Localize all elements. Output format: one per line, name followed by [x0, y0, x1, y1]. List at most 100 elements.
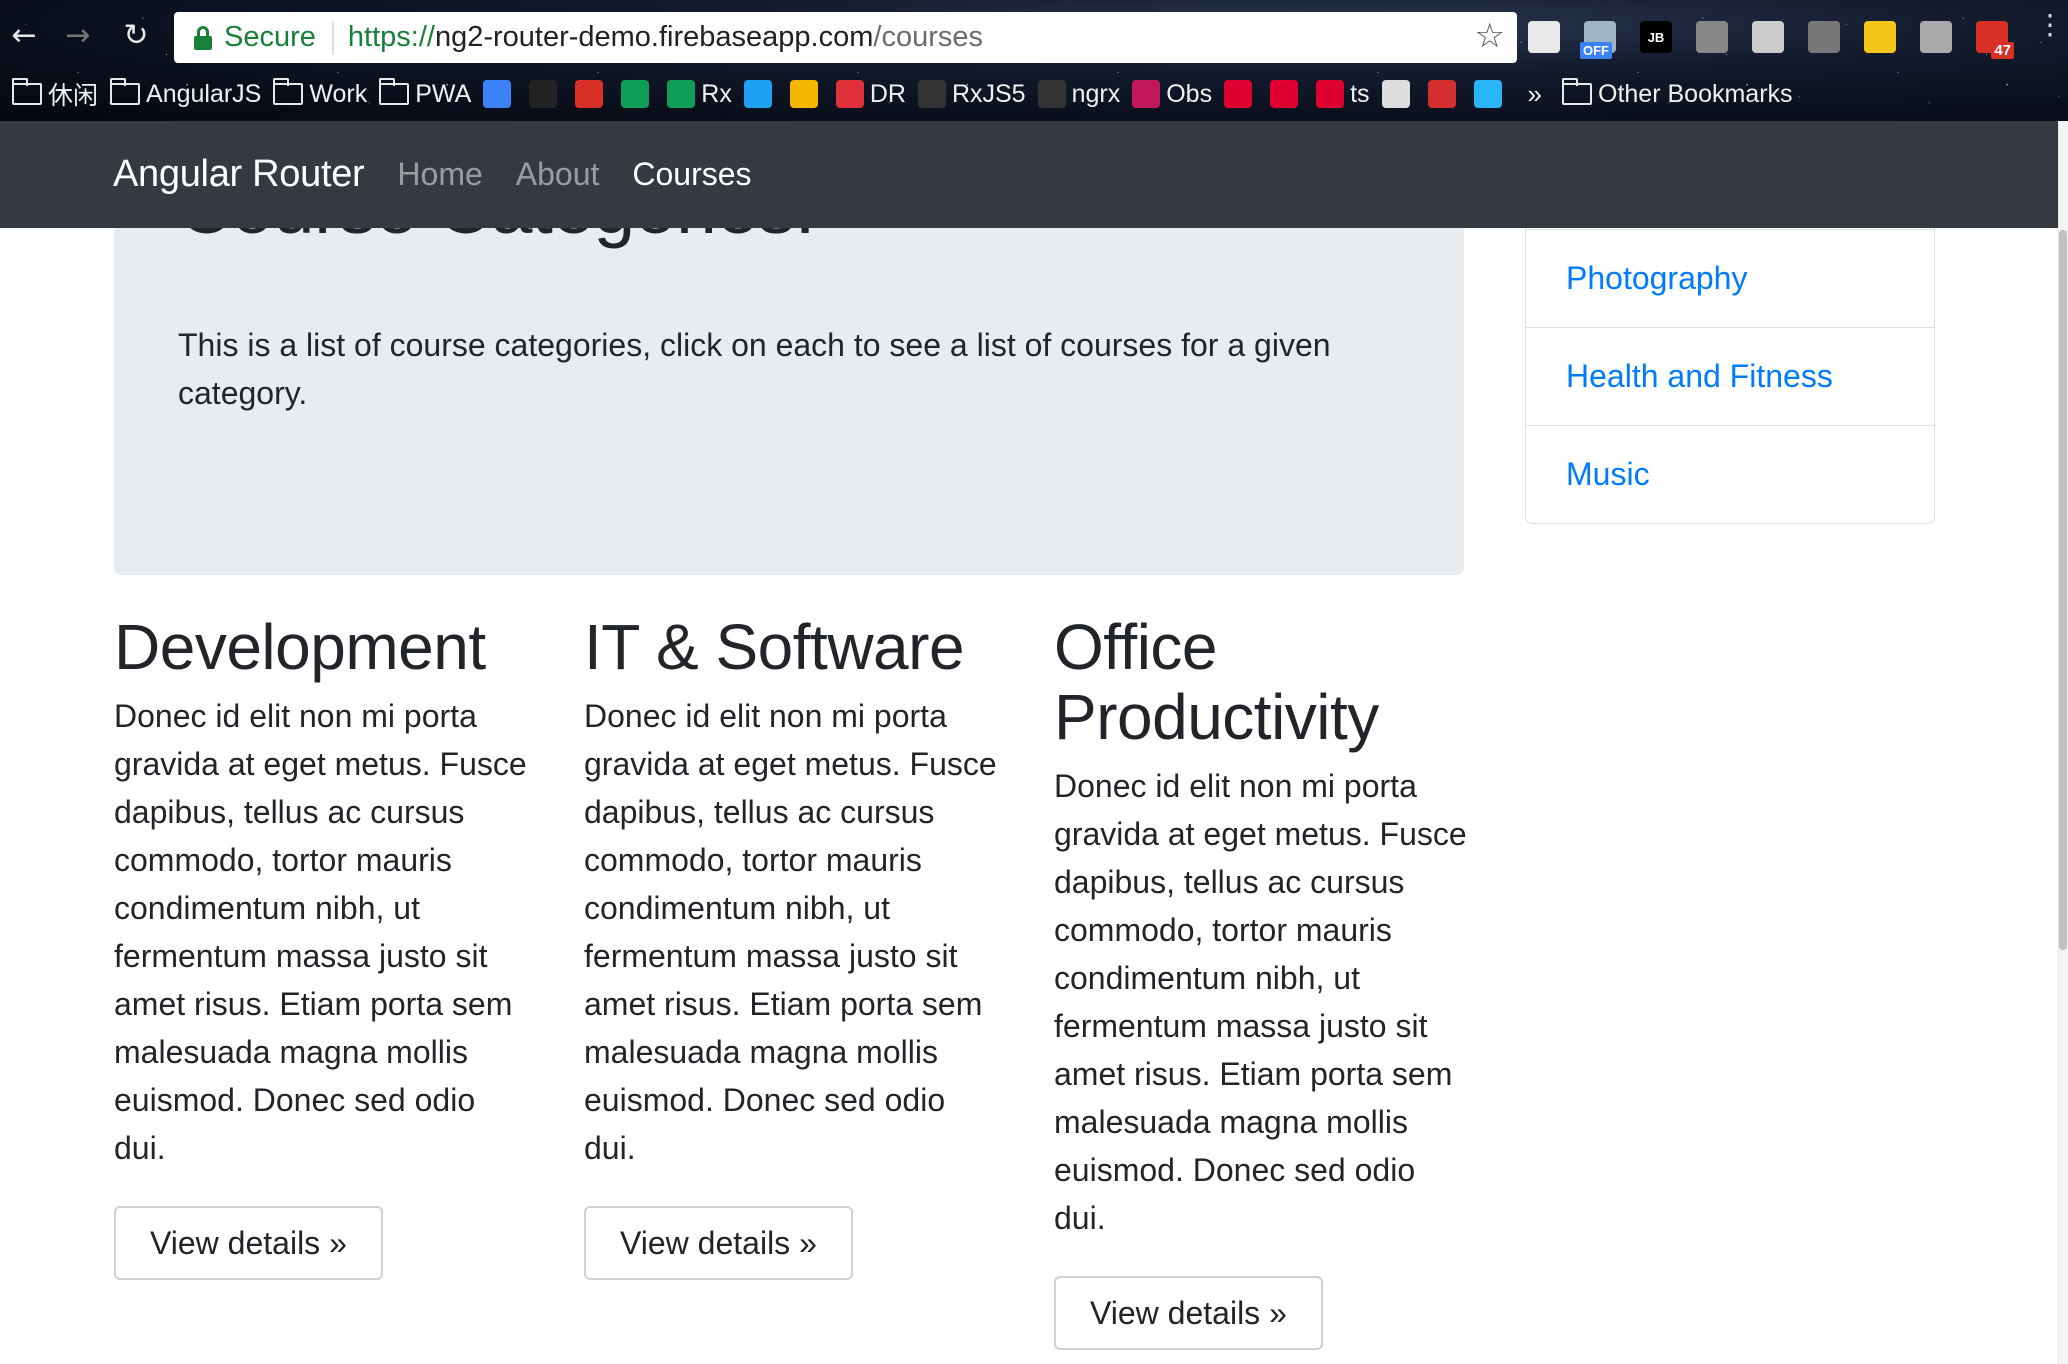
bookmark-dark-1[interactable]	[529, 80, 563, 108]
scrollbar-thumb[interactable]	[2059, 230, 2067, 950]
bookmark-label: DR	[869, 79, 906, 108]
top-navbar: Angular Router Home About Courses	[0, 121, 2058, 228]
course-title: Office Productivity	[1054, 611, 1379, 753]
nav-link-about[interactable]: About	[516, 156, 600, 193]
gmail-extension-icon[interactable]: 47	[1976, 21, 2014, 59]
navbar-brand[interactable]: Angular Router	[113, 153, 365, 196]
bookmark-angularjs[interactable]: AngularJS	[110, 78, 262, 109]
course-title: Development	[114, 611, 486, 683]
bookmark-box-icon	[789, 80, 818, 108]
bookmark-angular-2-icon	[1270, 80, 1299, 108]
address-bar[interactable]: Secure https://ng2-router-demo.firebasea…	[174, 12, 1517, 63]
chrome-menu-icon[interactable]: ⋮	[2036, 11, 2064, 39]
bookmark-pwa[interactable]: PWA	[379, 78, 472, 109]
view-details-button[interactable]: View details »	[114, 1206, 383, 1280]
bookmark-star-icon[interactable]: ☆	[1475, 16, 1505, 56]
bookmark-flash[interactable]	[1427, 80, 1462, 108]
view-details-button[interactable]: View details »	[584, 1206, 853, 1280]
jetbrains-extension-icon[interactable]: JB	[1640, 21, 1672, 53]
bookmark-flash-icon	[1427, 80, 1456, 108]
off-extension-icon[interactable]: OFF	[1580, 21, 1616, 59]
bookmark-ionic[interactable]	[483, 80, 517, 108]
bookmark-angular-1-icon	[1224, 80, 1253, 108]
bookmark-angular-1[interactable]	[1224, 80, 1258, 108]
bookmark-rx-icon	[667, 80, 696, 108]
bookmark-u-icon	[1473, 80, 1502, 108]
bookmark-gmail-icon	[575, 80, 604, 108]
category-item-music[interactable]: Music	[1526, 425, 1934, 523]
bookmark-u[interactable]	[1473, 80, 1508, 108]
bookmark-other[interactable]: Other Bookmarks	[1562, 78, 1793, 109]
bookmark-label: ts	[1350, 79, 1370, 108]
page-title: Course Categories!	[178, 228, 816, 245]
bookmark-rxjs5-icon	[917, 80, 946, 108]
category-item-photography[interactable]: Photography	[1526, 229, 1934, 327]
folder-icon	[1562, 78, 1593, 105]
bookmark-label: Rx	[701, 79, 732, 108]
bookmark-angular-2[interactable]	[1270, 80, 1304, 108]
category-list: Photography Health and Fitness Music	[1525, 228, 1935, 524]
unread-count-badge: 47	[1991, 42, 2014, 59]
bookmark-ngrx[interactable]: ngrx	[1037, 79, 1121, 109]
course-title: IT & Software	[584, 611, 965, 683]
bookmark-dark-1-icon	[529, 80, 558, 108]
bookmark-work[interactable]: Work	[273, 78, 368, 109]
bookmark-face-icon	[1381, 80, 1410, 108]
bookmark-label: RxJS5	[951, 79, 1026, 108]
bookmark-ts[interactable]: ts	[1316, 79, 1370, 109]
bookmark-dr-icon	[835, 80, 864, 108]
forward-arrow-icon[interactable]: →	[58, 16, 98, 56]
nav-link-home[interactable]: Home	[397, 156, 482, 193]
bookmark-label: Work	[309, 79, 368, 108]
bookmark-obs-icon	[1132, 80, 1161, 108]
extensions-toolbar: OFF JB 47	[1528, 12, 2032, 62]
bookmark-obs[interactable]: Obs	[1132, 80, 1212, 109]
back-arrow-icon[interactable]: ←	[4, 16, 44, 56]
bookmark-label: 休闲	[48, 82, 99, 110]
category-item-health-fitness[interactable]: Health and Fitness	[1526, 327, 1934, 425]
course-card-office-productivity: Office Productivity Donec id elit non mi…	[1054, 612, 1474, 1350]
folder-icon	[379, 78, 410, 105]
folder-icon	[273, 78, 304, 105]
bookmark-rx[interactable]: Rx	[667, 80, 732, 109]
nav-link-courses[interactable]: Courses	[632, 156, 751, 193]
moon-extension-icon[interactable]	[1864, 21, 1896, 53]
notes-extension-icon[interactable]	[1528, 21, 1560, 53]
bookmark-label: Obs	[1166, 79, 1213, 108]
address-divider	[331, 20, 334, 55]
browser-chrome: ← → ↻ Secure https://ng2-router-demo.fir…	[0, 0, 2068, 121]
bookmark-xiuxian[interactable]: 休闲	[12, 76, 98, 112]
bookmark-dr[interactable]: DR	[835, 79, 906, 109]
bookmark-twitter-icon	[743, 80, 772, 108]
url-path: /courses	[873, 21, 984, 53]
bookmark-rxjs5[interactable]: RxJS5	[917, 79, 1026, 109]
inbox-extension-icon[interactable]	[1808, 21, 1840, 53]
bookmark-twitter[interactable]	[743, 80, 778, 108]
secure-label: Secure	[224, 21, 316, 53]
bookmark-label: PWA	[415, 79, 472, 108]
jumbotron: Course Categories! This is a list of cou…	[114, 228, 1464, 575]
bookmark-box[interactable]	[789, 80, 824, 108]
course-card-development: Development Donec id elit non mi porta g…	[114, 612, 534, 1280]
bookmark-ts-icon	[1316, 80, 1345, 108]
bookmark-sheets[interactable]	[621, 80, 655, 108]
off-badge: OFF	[1580, 42, 1612, 59]
page-content: Course Categories! This is a list of cou…	[0, 228, 2058, 1364]
bookmark-sheets-icon	[621, 80, 650, 108]
target-extension-icon[interactable]	[1752, 21, 1784, 53]
bookmarks-overflow-icon[interactable]: »	[1528, 79, 1542, 110]
folder-icon	[12, 78, 42, 105]
bookmark-label: AngularJS	[146, 79, 262, 108]
bookmark-label: Other Bookmarks	[1598, 79, 1793, 108]
bookmark-face[interactable]	[1381, 80, 1416, 108]
reload-icon[interactable]: ↻	[116, 16, 156, 56]
view-details-button[interactable]: View details »	[1054, 1276, 1323, 1350]
url-scheme: https://	[347, 21, 435, 53]
bookmarks-bar: 休闲 AngularJS Work PWA Rx DR RxJS5 ngrx Obs ts » Oth…	[0, 70, 2068, 118]
angular-extension-icon[interactable]	[1696, 21, 1728, 53]
course-card-it-software: IT & Software Donec id elit non mi porta…	[584, 612, 1004, 1280]
grid-extension-icon[interactable]	[1920, 21, 1952, 53]
bookmark-label: ngrx	[1071, 79, 1121, 108]
course-description: Donec id elit non mi porta gravida at eg…	[114, 698, 527, 1166]
bookmark-gmail[interactable]	[575, 80, 609, 108]
